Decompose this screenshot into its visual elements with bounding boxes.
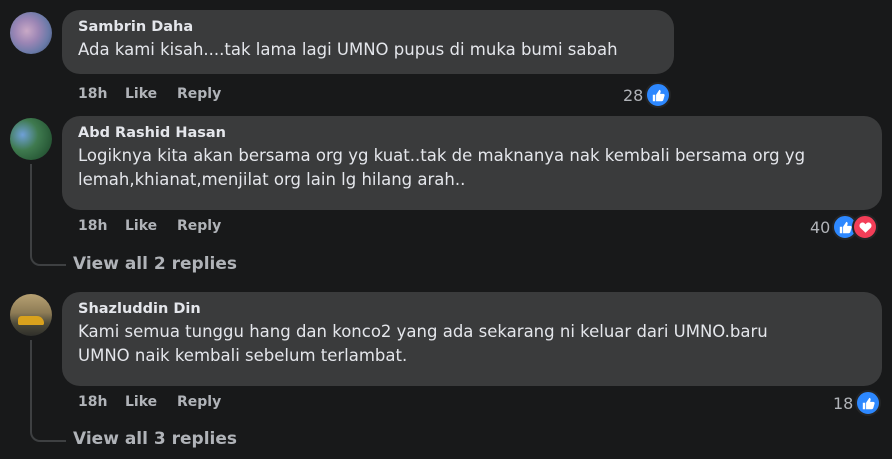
comment-text-line: UMNO naik kembali sebelum terlambat.: [78, 346, 408, 365]
view-replies-link[interactable]: View all 3 replies: [73, 429, 237, 449]
comment-author[interactable]: Abd Rashid Hasan: [78, 124, 868, 142]
comment-author[interactable]: Sambrin Daha: [78, 18, 660, 36]
comment-timestamp[interactable]: 18h: [78, 394, 125, 410]
reaction-count: 28: [623, 85, 644, 105]
thread-connector: [30, 240, 66, 266]
reply-button[interactable]: Reply: [177, 218, 221, 234]
comment-actions: 18h Like Reply: [78, 394, 221, 410]
comment-timestamp[interactable]: 18h: [78, 86, 125, 102]
avatar[interactable]: [10, 12, 52, 54]
avatar[interactable]: [10, 118, 52, 160]
thread-connector: [30, 416, 66, 442]
thumbs-up-icon: [645, 82, 672, 108]
comment-timestamp[interactable]: 18h: [78, 218, 125, 234]
heart-icon: [852, 214, 879, 240]
like-button[interactable]: Like: [125, 394, 177, 410]
like-button[interactable]: Like: [125, 86, 177, 102]
comment-author[interactable]: Shazluddin Din: [78, 300, 868, 318]
comment-bubble: Abd Rashid Hasan Logiknya kita akan bers…: [62, 116, 882, 210]
view-replies-link[interactable]: View all 2 replies: [73, 254, 237, 274]
reaction-summary[interactable]: 28: [623, 82, 672, 108]
reply-button[interactable]: Reply: [177, 86, 221, 102]
comment-text-line: Kami semua tunggu hang dan konco2 yang a…: [78, 322, 768, 341]
comment-text-line: Logiknya kita akan bersama org yg kuat..…: [78, 146, 806, 165]
comment-text: Ada kami kisah....tak lama lagi UMNO pup…: [78, 40, 618, 59]
thumbs-up-icon: [855, 390, 882, 416]
reaction-summary[interactable]: 40: [810, 214, 879, 240]
thread-line: [30, 340, 32, 428]
avatar[interactable]: [10, 294, 52, 336]
comment-actions: 18h Like Reply: [78, 218, 221, 234]
comment-actions: 18h Like Reply: [78, 86, 221, 102]
comment-bubble: Sambrin Daha Ada kami kisah....tak lama …: [62, 10, 674, 74]
reply-button[interactable]: Reply: [177, 394, 221, 410]
reaction-count: 40: [810, 217, 831, 237]
reaction-count: 18: [833, 393, 854, 413]
comment-text-line: lemah,khianat,menjilat org lain lg hilan…: [78, 170, 466, 189]
reaction-summary[interactable]: 18: [833, 390, 882, 416]
comment-bubble: Shazluddin Din Kami semua tunggu hang da…: [62, 292, 882, 386]
like-button[interactable]: Like: [125, 218, 177, 234]
